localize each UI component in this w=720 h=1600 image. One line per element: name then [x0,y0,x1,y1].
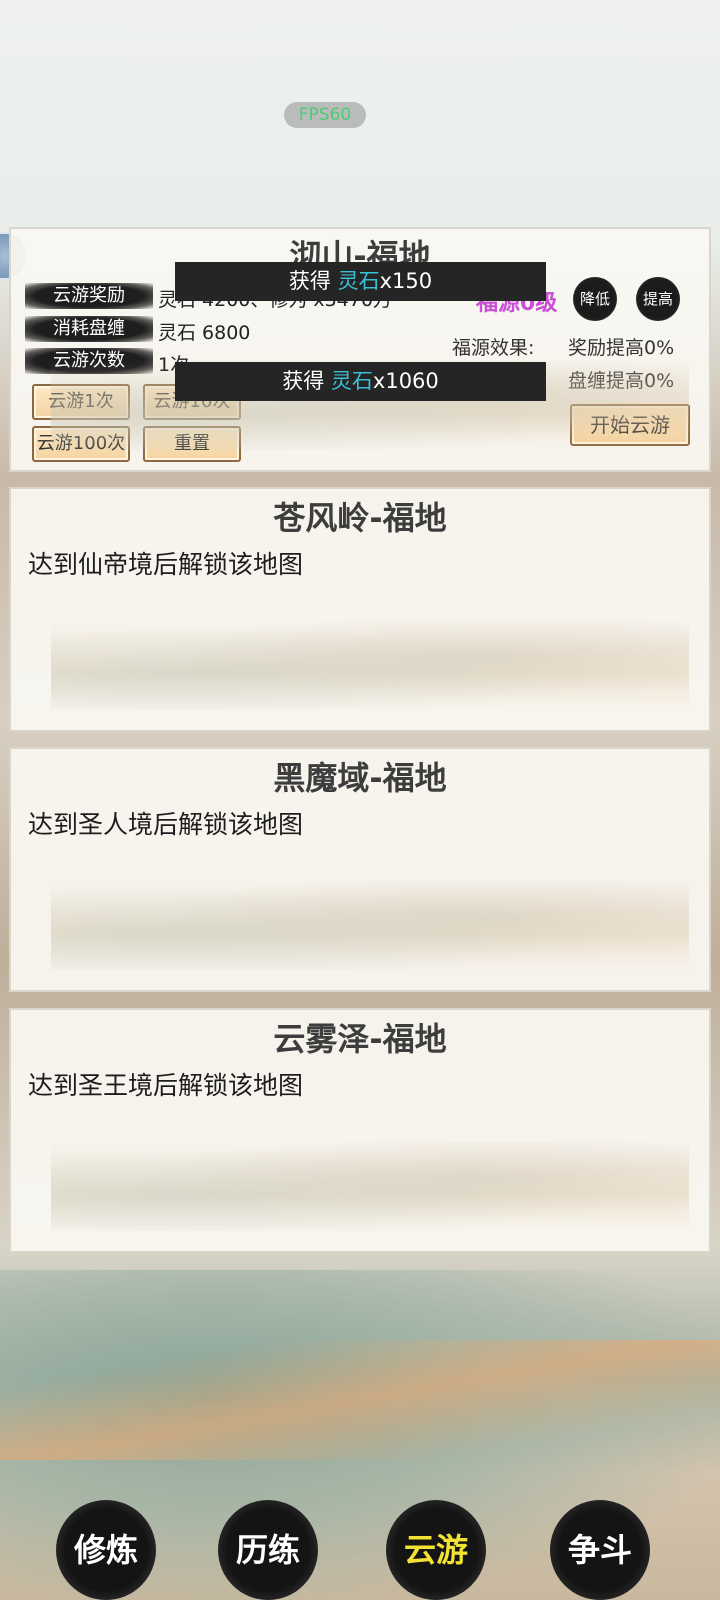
toast-amount: x150 [379,269,433,293]
map-title: 黑魔域-福地 [273,759,447,797]
increase-button[interactable]: 提高 [636,277,680,321]
travel-1x-button[interactable]: 云游1次 [32,384,130,420]
cost-label: 消耗盘缠 [25,316,153,342]
toast-prefix: 获得 [282,369,331,393]
nav-travel[interactable]: 云游 [386,1500,486,1600]
travel-100x-button[interactable]: 云游100次 [32,426,130,462]
reward-label: 云游奖励 [25,283,153,309]
background-shore [0,1340,720,1460]
nav-cultivate[interactable]: 修炼 [56,1500,156,1600]
unlock-requirement: 达到仙帝境后解锁该地图 [28,550,304,579]
nav-train[interactable]: 历练 [218,1500,318,1600]
fortune-effect-label: 福源效果: [452,337,535,359]
toast-amount: x1060 [372,369,439,393]
fps-counter: FPS60 [284,102,366,128]
effect-reward-value: 奖励提高0% [568,337,675,359]
map-panel-locked: 黑魔域-福地 达到圣人境后解锁该地图 [9,747,711,992]
map-title: 云雾泽-福地 [273,1020,447,1058]
map-panel-locked: 云雾泽-福地 达到圣王境后解锁该地图 [9,1008,711,1253]
effect-cost-value: 盘缠提高0% [568,370,675,392]
reward-toast: 获得 灵石x1060 [175,362,546,401]
toast-item: 灵石 [337,269,380,293]
nav-battle[interactable]: 争斗 [550,1500,650,1600]
unlock-requirement: 达到圣王境后解锁该地图 [28,1071,304,1100]
map-panel-locked: 苍风岭-福地 达到仙帝境后解锁该地图 [9,487,711,732]
cost-value: 灵石 6800 [158,322,251,344]
toast-prefix: 获得 [288,269,338,293]
map-title: 苍风岭-福地 [273,499,447,537]
decrease-button[interactable]: 降低 [573,277,617,321]
count-label: 云游次数 [25,348,153,374]
toast-item: 灵石 [330,369,373,393]
reward-toast: 获得 灵石x150 [175,262,546,301]
reset-button[interactable]: 重置 [143,426,241,462]
start-travel-button[interactable]: 开始云游 [570,404,690,446]
unlock-requirement: 达到圣人境后解锁该地图 [28,810,304,839]
